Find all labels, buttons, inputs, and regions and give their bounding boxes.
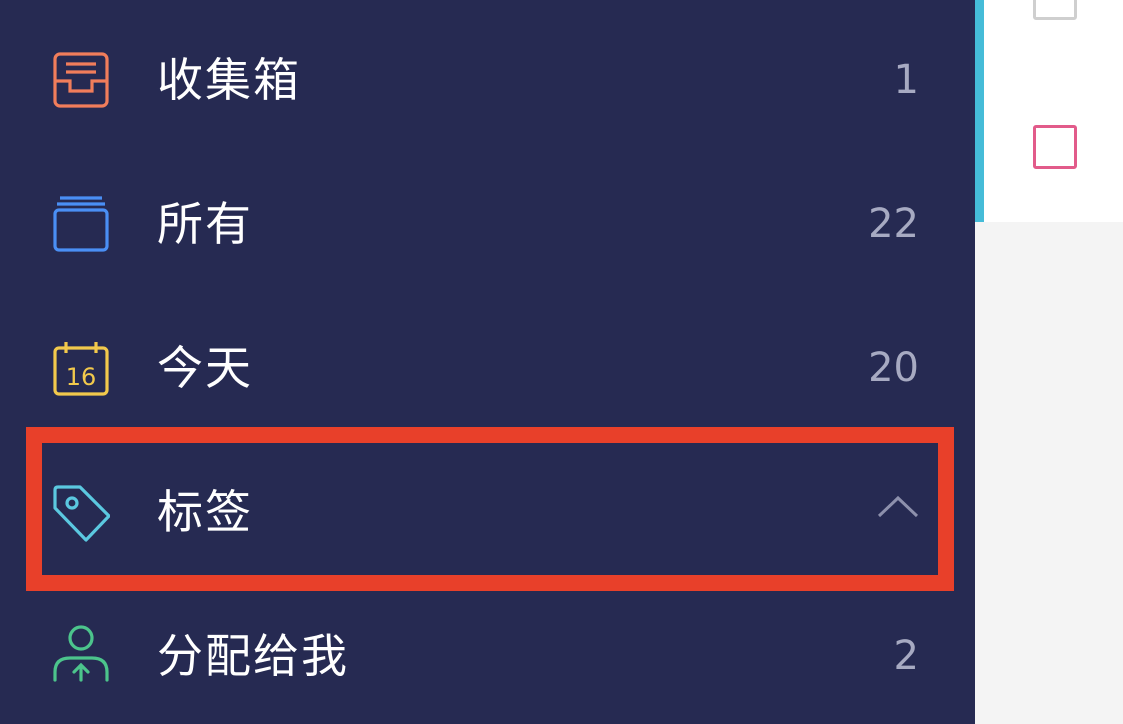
sidebar-item-inbox[interactable]: 收集箱 1 [0, 30, 975, 130]
task-checkbox[interactable] [1033, 0, 1077, 20]
calendar-icon: 16 [52, 339, 110, 397]
svg-text:16: 16 [66, 363, 97, 391]
item-count: 22 [868, 201, 919, 247]
inbox-tray-icon [52, 51, 110, 109]
sidebar-item-label: 标签 [157, 485, 253, 539]
task-panel [975, 0, 1123, 222]
sidebar-item-label: 收集箱 [157, 53, 301, 107]
item-count: 1 [893, 57, 919, 103]
tag-icon [52, 484, 110, 542]
sidebar: 收集箱 1 所有 22 16 今天 20 标签 分配给我 2 [0, 0, 975, 724]
sidebar-item-tags[interactable]: 标签 [0, 462, 975, 562]
selection-accent-bar [975, 0, 984, 222]
sidebar-item-label: 所有 [157, 197, 253, 251]
sidebar-item-assigned[interactable]: 分配给我 2 [0, 606, 975, 706]
sidebar-item-label: 分配给我 [157, 629, 349, 683]
sidebar-item-label: 今天 [157, 341, 253, 395]
item-count: 2 [893, 633, 919, 679]
sidebar-item-today[interactable]: 16 今天 20 [0, 318, 975, 418]
stacked-cards-icon [52, 195, 110, 253]
item-count: 20 [868, 345, 919, 391]
sidebar-item-all[interactable]: 所有 22 [0, 174, 975, 274]
task-checkbox[interactable] [1033, 125, 1077, 169]
chevron-up-icon[interactable] [877, 494, 919, 520]
assigned-user-icon [52, 624, 110, 682]
